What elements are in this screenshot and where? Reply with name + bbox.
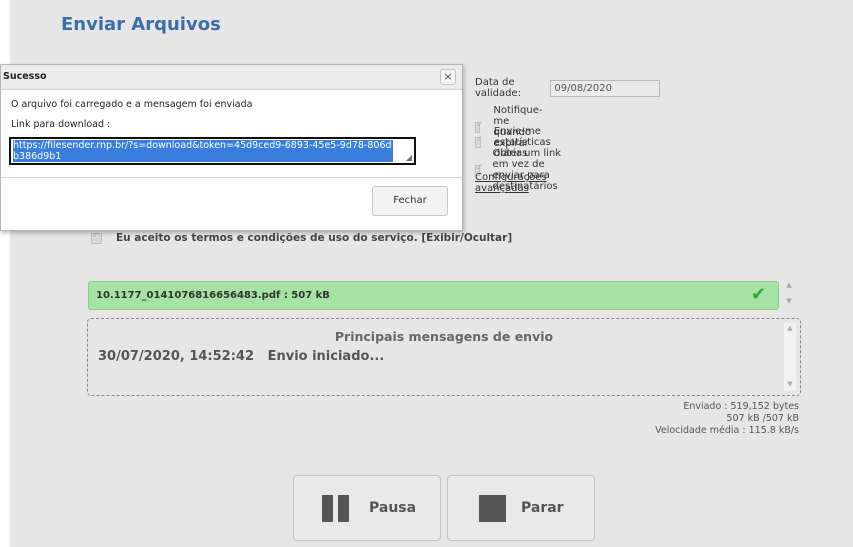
average-speed: Velocidade média : 115.8 kB/s	[655, 425, 799, 436]
messages-box: Principais mensagens de envio 30/07/2020…	[87, 318, 801, 396]
scroll-up-icon[interactable]: ▲	[783, 280, 795, 290]
stop-button[interactable]: Parar	[447, 475, 595, 541]
scroll-down-icon[interactable]: ▼	[783, 296, 795, 306]
pause-button[interactable]: Pausa	[293, 475, 441, 541]
message-entry: 30/07/2020, 14:52:42 Envio iniciado...	[98, 349, 384, 364]
terms-row: Eu aceito os termos e condições de uso d…	[91, 231, 512, 244]
download-link-label: Link para download :	[11, 119, 111, 130]
message-text: Envio iniciado...	[267, 349, 385, 364]
scroll-up-icon[interactable]: ▲	[784, 323, 796, 333]
file-list-scrollbar[interactable]: ▲ ▼	[783, 280, 795, 310]
file-name: 10.1177_0141076816656483.pdf : 507 kB	[96, 290, 330, 301]
close-button[interactable]: Fechar	[372, 186, 448, 216]
page-title: Enviar Arquivos	[61, 14, 221, 35]
advanced-settings-link[interactable]: Configurações avançadas	[475, 172, 547, 194]
dialog-title: Sucesso	[3, 71, 47, 82]
checkbox-checked-icon[interactable]	[475, 135, 483, 148]
download-link-text[interactable]: https://filesender.rnp.br/?s=download&to…	[13, 140, 393, 162]
validity-date-input[interactable]: 09/08/2020	[550, 79, 660, 97]
terms-toggle-link[interactable]: [Exibir/Ocultar]	[421, 232, 512, 244]
upload-stats: Enviado : 519,152 bytes 507 kB /507 kB V…	[655, 401, 799, 437]
bytes-sent: Enviado : 519,152 bytes	[683, 401, 799, 412]
messages-scrollbar[interactable]: ▲ ▼	[784, 323, 796, 391]
message-time: 30/07/2020, 14:52:42	[98, 349, 254, 364]
check-icon: ✔	[750, 284, 766, 305]
pause-label: Pausa	[369, 500, 417, 516]
size-progress: 507 kB /507 kB	[726, 413, 799, 424]
scroll-down-icon[interactable]: ▼	[784, 379, 796, 389]
validity-label: Data de validade:	[475, 77, 521, 99]
download-link-field[interactable]: https://filesender.rnp.br/?s=download&to…	[9, 137, 416, 165]
pause-icon	[322, 494, 354, 522]
dialog-message: O arquivo foi carregado e a mensagem foi…	[11, 99, 253, 110]
stop-icon	[479, 494, 506, 522]
resize-grip-icon[interactable]: ◢	[406, 153, 412, 162]
dialog-header: Sucesso ×	[1, 65, 462, 90]
validity-row: Data de validade: 09/08/2020	[475, 77, 660, 99]
stop-label: Parar	[521, 500, 564, 516]
checkbox-checked-icon[interactable]	[91, 231, 102, 244]
file-progress-bar: 10.1177_0141076816656483.pdf : 507 kB ✔	[88, 281, 779, 310]
messages-title: Principais mensagens de envio	[334, 329, 554, 344]
success-dialog: Sucesso × O arquivo foi carregado e a me…	[0, 64, 463, 231]
dialog-divider	[1, 177, 462, 178]
close-icon[interactable]: ×	[440, 69, 456, 85]
terms-text: Eu aceito os termos e condições de uso d…	[116, 232, 418, 244]
